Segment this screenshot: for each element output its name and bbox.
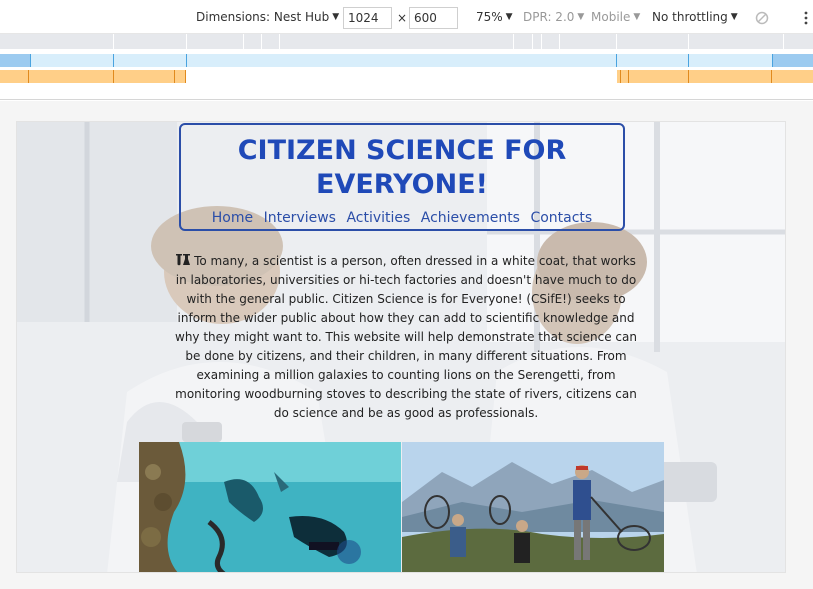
nav-contacts[interactable]: Contacts — [530, 210, 592, 226]
device-viewport: CITIZEN SCIENCE FOR EVERYONE! Home Inter… — [0, 101, 813, 589]
zoom-dropdown[interactable]: 75% ▼ — [476, 10, 513, 24]
zoom-value: 75% — [476, 10, 503, 24]
chevron-down-icon: ▼ — [332, 12, 340, 22]
intro-paragraph: To many, a scientist is a person, often … — [169, 252, 643, 423]
mobile-dropdown[interactable]: Mobile ▼ — [591, 10, 640, 24]
flask-icon — [176, 254, 191, 266]
website-page: CITIZEN SCIENCE FOR EVERYONE! Home Inter… — [16, 121, 786, 573]
site-header: CITIZEN SCIENCE FOR EVERYONE! Home Inter… — [179, 123, 625, 231]
mountain-nets-photo — [402, 442, 664, 572]
nav-interviews[interactable]: Interviews — [264, 210, 336, 226]
dpr-value: DPR: 2.0 — [523, 10, 575, 24]
more-vert-icon[interactable] — [803, 10, 809, 26]
times-sign: × — [397, 11, 408, 25]
dpr-dropdown[interactable]: DPR: 2.0 ▼ — [523, 10, 584, 24]
chevron-down-icon: ▼ — [633, 12, 641, 22]
main-nav: Home Interviews Activities Achievements … — [181, 210, 623, 226]
nav-achievements[interactable]: Achievements — [421, 210, 520, 226]
intro-text: To many, a scientist is a person, often … — [175, 254, 637, 420]
underwater-divers-photo — [139, 442, 401, 572]
throttling-dropdown[interactable]: No throttling ▼ — [652, 10, 738, 24]
site-title: CITIZEN SCIENCE FOR EVERYONE! — [237, 135, 567, 200]
width-input[interactable]: 1024 — [343, 7, 392, 29]
height-input[interactable]: 600 — [409, 7, 458, 29]
chevron-down-icon: ▼ — [505, 12, 513, 22]
devtools-device-toolbar: Dimensions: Nest Hub ▼ 1024 × 600 75% ▼ … — [0, 0, 813, 34]
chevron-down-icon: ▼ — [730, 12, 738, 22]
ruler-orange-bar[interactable] — [0, 70, 813, 83]
photo-strip — [139, 442, 664, 572]
ruler-blue-bar[interactable] — [0, 54, 813, 67]
chevron-down-icon: ▼ — [577, 12, 585, 22]
dimensions-label: Dimensions: Nest Hub — [196, 10, 330, 24]
nav-home[interactable]: Home — [212, 210, 253, 226]
throttling-value: No throttling — [652, 10, 728, 24]
dimensions-dropdown[interactable]: Dimensions: Nest Hub ▼ — [196, 10, 339, 24]
media-query-rulers — [0, 34, 813, 100]
rotate-disabled-icon[interactable] — [755, 11, 769, 25]
mobile-value: Mobile — [591, 10, 631, 24]
ruler-gray-bar[interactable] — [0, 34, 813, 49]
nav-activities[interactable]: Activities — [346, 210, 410, 226]
